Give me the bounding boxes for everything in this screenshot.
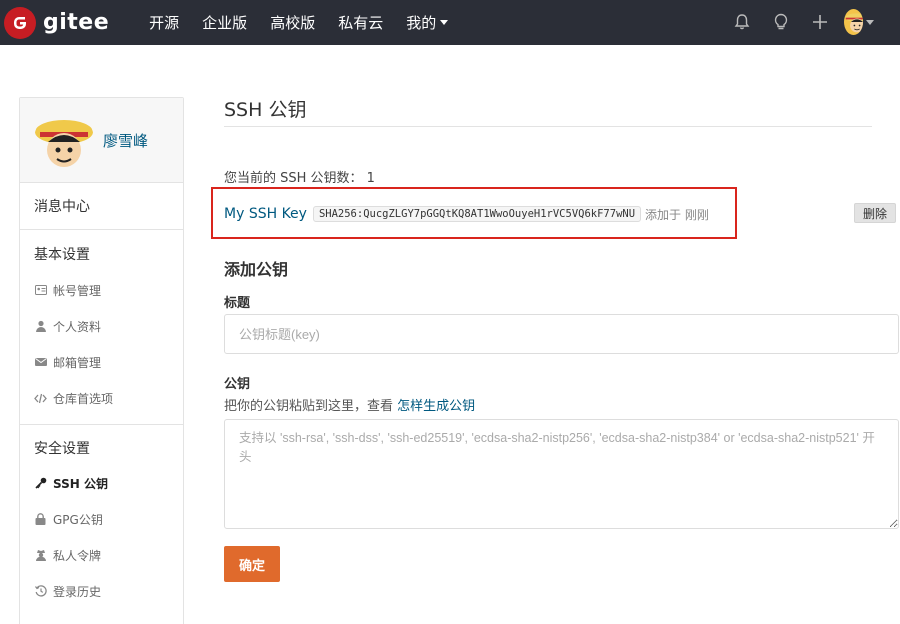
- sidebar-item-ssh-keys[interactable]: SSH 公钥: [34, 465, 169, 501]
- sidebar-item-private-tokens[interactable]: 私人令牌: [34, 537, 169, 573]
- page-title: SSH 公钥: [224, 98, 307, 121]
- sidebar-item-label: 帐号管理: [53, 283, 102, 298]
- sidebar-item-repo-prefs[interactable]: 仓库首选项: [34, 380, 169, 416]
- how-to-generate-key-link[interactable]: 怎样生成公钥: [397, 399, 475, 414]
- public-key-hint: 把你的公钥粘贴到这里，查看 怎样生成公钥: [224, 395, 475, 414]
- gitee-logo[interactable]: gitee: [4, 6, 110, 39]
- public-key-label: 公钥: [224, 377, 251, 392]
- nav-link-mine-label: 我的: [406, 14, 437, 32]
- nav-actions: [718, 7, 874, 37]
- nav-link-mine[interactable]: 我的: [406, 12, 449, 33]
- gitee-logo-icon: [4, 6, 36, 39]
- public-key-hint-text: 把你的公钥粘贴到这里，查看: [224, 399, 398, 414]
- sidebar-item-label: 登录历史: [53, 584, 102, 599]
- envelope-icon: [34, 356, 47, 369]
- bell-icon[interactable]: [727, 7, 757, 37]
- sidebar-item-profile[interactable]: 个人资料: [34, 308, 169, 344]
- code-icon: [34, 392, 47, 405]
- chevron-down-icon: [440, 20, 449, 25]
- user-icon: [34, 320, 47, 333]
- nav-link-enterprise[interactable]: 企业版: [202, 12, 247, 33]
- sidebar-section-security: 安全设置 SSH 公钥 GPG公钥 私人令牌 登录历史: [20, 425, 183, 609]
- user-menu[interactable]: [844, 7, 874, 37]
- nav-link-private-cloud[interactable]: 私有云: [338, 12, 383, 33]
- submit-button[interactable]: 确定: [224, 546, 280, 582]
- sidebar-item-gpg-keys[interactable]: GPG公钥: [34, 501, 169, 537]
- avatar: [844, 9, 863, 35]
- id-card-icon: [34, 284, 47, 297]
- sidebar-section-messages: 消息中心: [20, 183, 183, 230]
- sidebar-item-email[interactable]: 邮箱管理: [34, 344, 169, 380]
- sidebar-item-account[interactable]: 帐号管理: [34, 272, 169, 308]
- brand-name: gitee: [43, 10, 110, 35]
- add-key-heading: 添加公钥: [224, 260, 289, 279]
- ssh-key-name-link[interactable]: My SSH Key: [224, 206, 307, 222]
- lock-icon: [34, 513, 47, 526]
- plus-icon[interactable]: [805, 7, 835, 37]
- settings-sidebar: 廖雪峰 消息中心 基本设置 帐号管理 个人资料 邮箱管理 仓库首选项 安全设置 …: [19, 97, 184, 624]
- lightbulb-icon[interactable]: [766, 7, 796, 37]
- key-title-input[interactable]: [224, 314, 899, 354]
- sidebar-item-label: 邮箱管理: [53, 355, 102, 370]
- ssh-key-fingerprint: SHA256:QucgZLGY7pGGQtKQ8AT1WwoOuyeH1rVC5…: [312, 206, 642, 222]
- sidebar-user-name[interactable]: 廖雪峰: [103, 130, 148, 151]
- nav-link-open-source[interactable]: 开源: [149, 12, 179, 33]
- ssh-key-count: 您当前的 SSH 公钥数： 1: [224, 171, 375, 186]
- key-title-label: 标题: [224, 296, 251, 311]
- top-navbar: gitee 开源 企业版 高校版 私有云 我的: [0, 0, 900, 45]
- sidebar-item-message-center[interactable]: 消息中心: [34, 183, 169, 229]
- delete-key-button[interactable]: 删除: [853, 203, 896, 223]
- ssh-key-added-time: 添加于 刚刚: [645, 207, 709, 222]
- sidebar-item-label: 仓库首选项: [53, 391, 114, 406]
- key-icon: [34, 477, 47, 490]
- sidebar-item-label: SSH 公钥: [53, 476, 108, 491]
- chevron-down-icon: [866, 19, 874, 25]
- history-icon: [34, 585, 47, 598]
- title-divider: [224, 126, 872, 127]
- sidebar-item-login-history[interactable]: 登录历史: [34, 573, 169, 609]
- avatar[interactable]: [34, 110, 94, 170]
- user-secret-icon: [34, 549, 47, 562]
- nav-link-education[interactable]: 高校版: [270, 12, 315, 33]
- sidebar-item-label: 私人令牌: [53, 548, 102, 563]
- sidebar-profile: 廖雪峰: [20, 98, 183, 183]
- sidebar-item-label: 个人资料: [53, 319, 102, 334]
- sidebar-section-basic: 基本设置 帐号管理 个人资料 邮箱管理 仓库首选项: [20, 230, 183, 425]
- main-content: SSH 公钥 您当前的 SSH 公钥数： 1 My SSH Key SHA256…: [224, 90, 900, 582]
- ssh-key-row: My SSH Key SHA256:QucgZLGY7pGGQtKQ8AT1Ww…: [224, 200, 900, 228]
- sidebar-item-label: GPG公钥: [53, 512, 103, 527]
- public-key-textarea[interactable]: [224, 419, 899, 529]
- sidebar-header-basic: 基本设置: [34, 247, 90, 263]
- main-nav: 开源 企业版 高校版 私有云 我的: [149, 12, 471, 33]
